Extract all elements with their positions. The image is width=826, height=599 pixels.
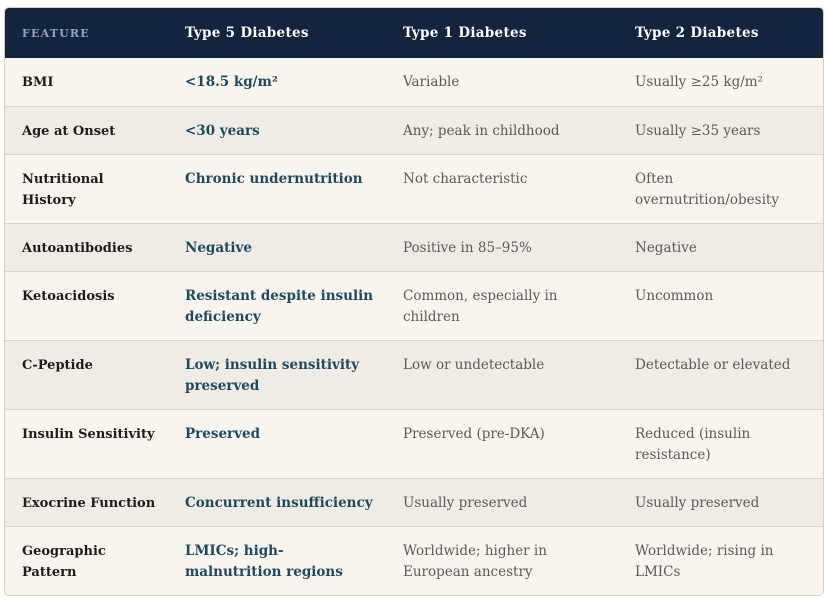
row-feature: Insulin Sensitivity <box>5 408 168 478</box>
row-type5: Chronic undernutrition <box>168 153 386 223</box>
row-type1: Not characteristic <box>386 153 618 223</box>
comparison-table-container: FEATURE Type 5 Diabetes Type 1 Diabetes … <box>4 7 824 596</box>
row-feature: Age at Onset <box>5 105 168 154</box>
row-type5: Low; insulin sensitivity preserved <box>168 339 386 409</box>
row-type2: Usually ≥25 kg/m² <box>635 74 763 90</box>
header-type5: Type 5 Diabetes <box>185 25 309 41</box>
header-type1: Type 1 Diabetes <box>403 25 527 41</box>
row-feature: Autoantibodies <box>5 222 168 271</box>
table-row: BMI <18.5 kg/m² Variable Usually ≥25 kg/… <box>5 58 823 106</box>
row-type1: Usually preserved <box>386 477 618 526</box>
row-type5: Resistant despite insulin deficiency <box>168 270 386 340</box>
table-header-row: FEATURE Type 5 Diabetes Type 1 Diabetes … <box>5 8 823 58</box>
table-row: C-Peptide Low; insulin sensitivity prese… <box>5 339 823 409</box>
row-type2: Uncommon <box>618 270 823 340</box>
row-type1: Worldwide; higher in European ancestry <box>386 525 618 595</box>
row-type1: Preserved (pre-DKA) <box>386 408 618 478</box>
row-type2: Often overnutrition/obesity <box>618 153 823 223</box>
row-type2: Usually preserved <box>618 477 823 526</box>
diabetes-comparison-table: FEATURE Type 5 Diabetes Type 1 Diabetes … <box>5 8 823 595</box>
table-row: Exocrine Function Concurrent insufficien… <box>5 477 823 526</box>
row-type5: <18.5 kg/m² <box>185 74 278 90</box>
table-row: Nutritional History Chronic undernutriti… <box>5 153 823 223</box>
row-type5: Preserved <box>168 408 386 478</box>
table-row: Ketoacidosis Resistant despite insulin d… <box>5 270 823 340</box>
table-row: Age at Onset <30 years Any; peak in chil… <box>5 105 823 154</box>
row-type5: Negative <box>168 222 386 271</box>
row-feature: C-Peptide <box>5 339 168 409</box>
row-type1: Common, especially in children <box>386 270 618 340</box>
row-type2: Detectable or elevated <box>618 339 823 409</box>
row-type2: Negative <box>618 222 823 271</box>
row-type1: Low or undetectable <box>386 339 618 409</box>
row-type5: LMICs; high-malnutrition regions <box>168 525 386 595</box>
row-type2: Usually ≥35 years <box>618 105 823 154</box>
row-feature: Nutritional History <box>5 153 168 223</box>
row-feature: Ketoacidosis <box>5 270 168 340</box>
row-type2: Reduced (insulin resistance) <box>618 408 823 478</box>
row-feature: BMI <box>22 75 54 90</box>
table-row: Geographic Pattern LMICs; high-malnutrit… <box>5 525 823 595</box>
row-feature: Exocrine Function <box>5 477 168 526</box>
table-row: Autoantibodies Negative Positive in 85–9… <box>5 222 823 271</box>
row-type1: Positive in 85–95% <box>386 222 618 271</box>
header-feature: FEATURE <box>22 26 90 40</box>
row-type2: Worldwide; rising in LMICs <box>618 525 823 595</box>
row-type1: Any; peak in childhood <box>386 105 618 154</box>
header-type2: Type 2 Diabetes <box>635 25 759 41</box>
table-row: Insulin Sensitivity Preserved Preserved … <box>5 408 823 478</box>
row-type5: <30 years <box>168 105 386 154</box>
row-feature: Geographic Pattern <box>5 525 168 595</box>
row-type1: Variable <box>403 74 460 90</box>
row-type5: Concurrent insufficiency <box>168 477 386 526</box>
